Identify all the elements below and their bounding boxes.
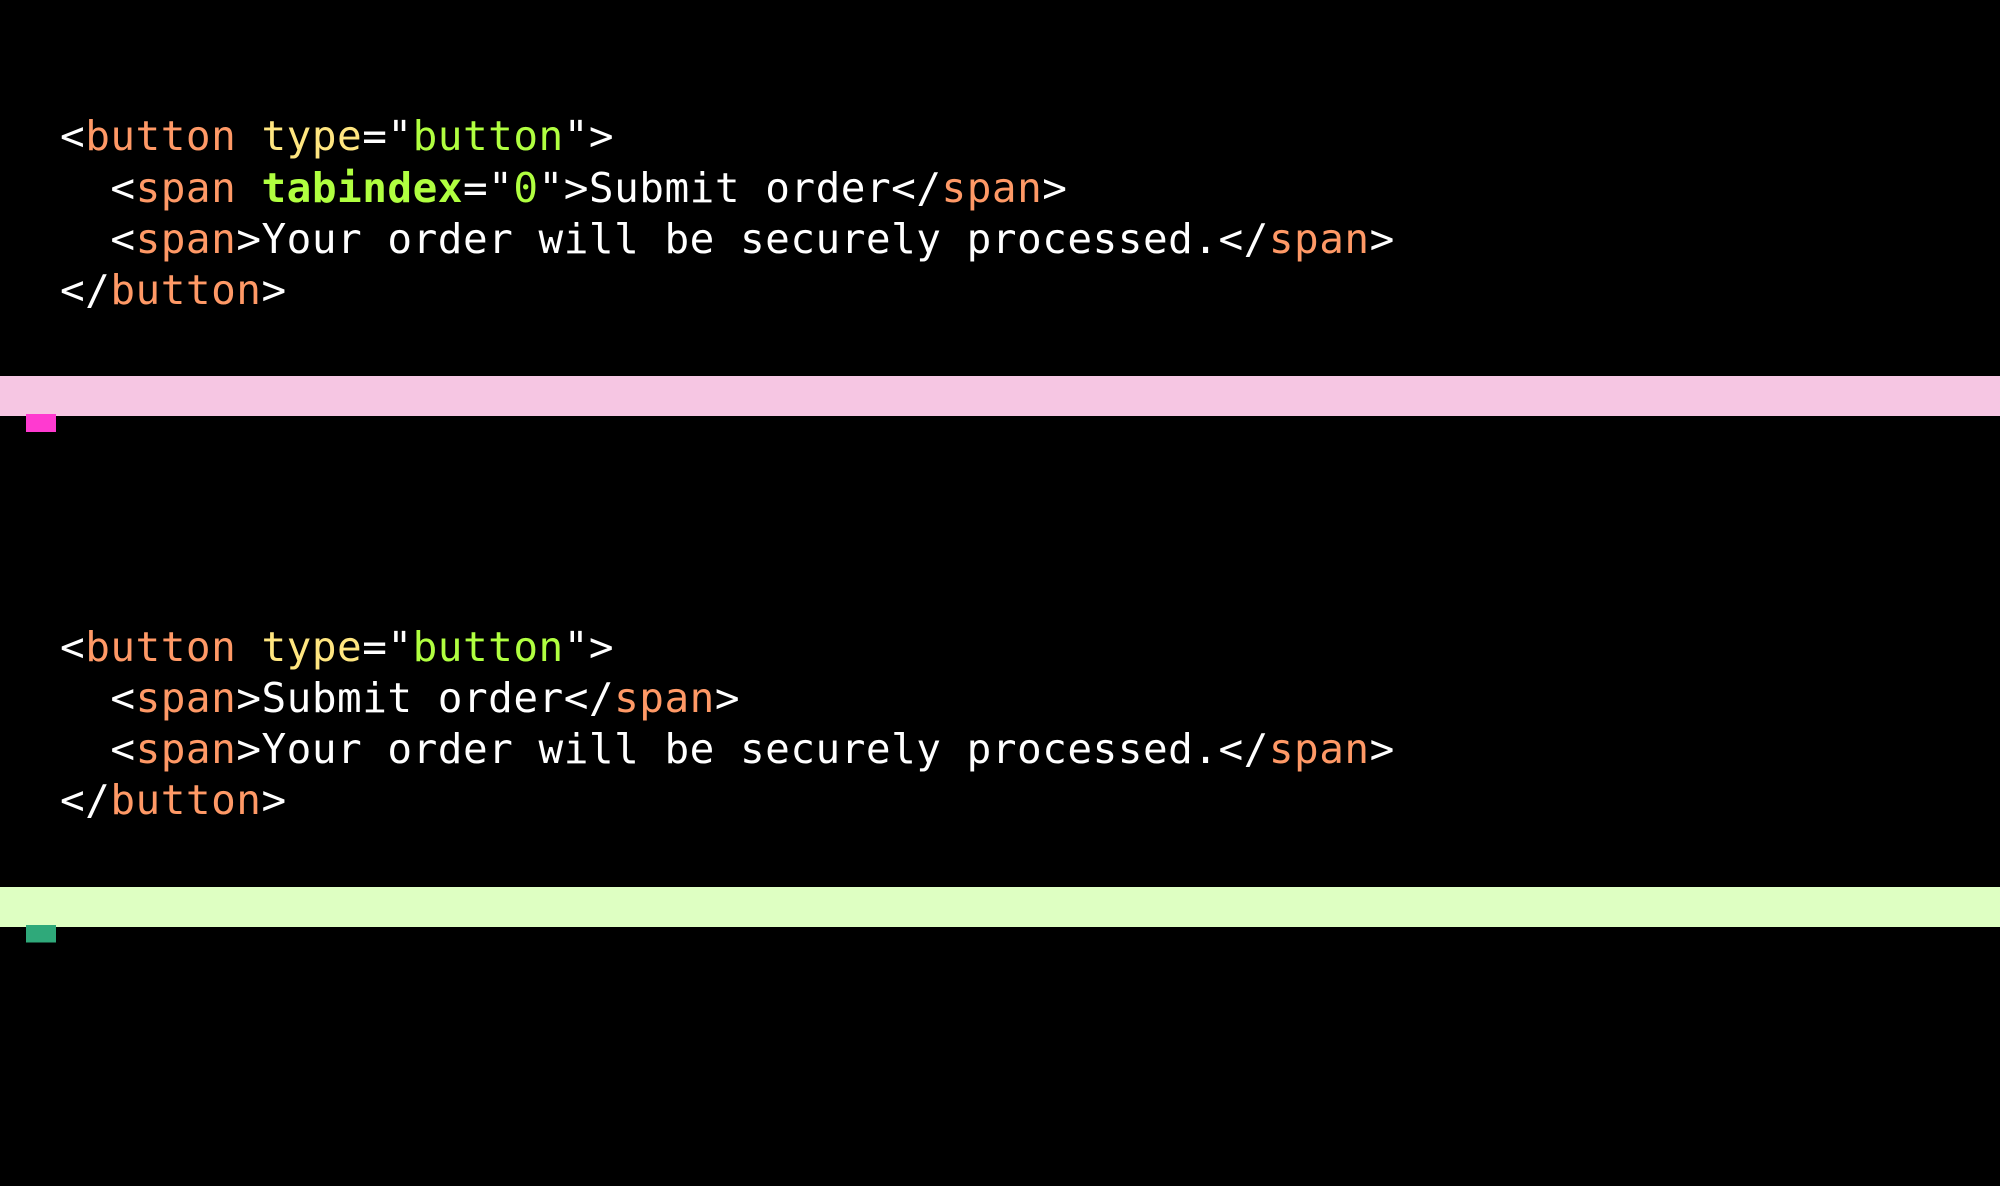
tag-name: span <box>1269 215 1370 263</box>
quote: " <box>539 164 564 212</box>
tag-name: span <box>136 215 237 263</box>
tag-name: span <box>136 674 237 722</box>
end-open: </ <box>1219 725 1269 773</box>
angle-open: < <box>110 164 135 212</box>
text-content: Your order will be securely processed. <box>262 215 1219 263</box>
quote: " <box>564 112 589 160</box>
angle-open: < <box>110 215 135 263</box>
angle-open: < <box>110 725 135 773</box>
text-content: Submit order <box>262 674 564 722</box>
attr-name: type <box>261 112 362 160</box>
angle-close: > <box>589 623 614 671</box>
spacer <box>0 456 2000 510</box>
angle-close: > <box>715 674 740 722</box>
end-open: </ <box>60 266 110 314</box>
dont-stripe <box>0 376 2000 416</box>
indent <box>60 725 110 773</box>
attr-value: button <box>413 112 564 160</box>
do-flag-icon <box>26 925 56 943</box>
tag-name: span <box>1269 725 1370 773</box>
angle-close: > <box>236 725 261 773</box>
equals: = <box>362 623 387 671</box>
space <box>236 623 261 671</box>
angle-open: < <box>60 623 85 671</box>
end-open: </ <box>60 776 110 824</box>
indent <box>60 215 110 263</box>
attr-name-tabindex: tabindex <box>262 164 463 212</box>
angle-close: > <box>1370 725 1395 773</box>
attr-value: 0 <box>513 164 538 212</box>
attr-name: type <box>261 623 362 671</box>
angle-close: > <box>236 215 261 263</box>
angle-close: > <box>236 674 261 722</box>
end-open: </ <box>564 674 614 722</box>
equals: = <box>362 112 387 160</box>
tag-name: button <box>85 112 236 160</box>
angle-close: > <box>261 776 286 824</box>
end-open: </ <box>1219 215 1269 263</box>
space <box>236 112 261 160</box>
tag-name: span <box>136 725 237 773</box>
do-stripe <box>0 887 2000 927</box>
attr-value: button <box>413 623 564 671</box>
quote: " <box>564 623 589 671</box>
angle-close: > <box>1370 215 1395 263</box>
text-content: Your order will be securely processed. <box>262 725 1219 773</box>
quote: " <box>387 112 412 160</box>
do-code-block: <button type="button"> <span>Submit orde… <box>0 510 2000 886</box>
tag-name: button <box>110 776 261 824</box>
dont-flag-icon <box>26 414 56 432</box>
angle-open: < <box>110 674 135 722</box>
dont-flag-row <box>0 416 2000 456</box>
angle-close: > <box>564 164 589 212</box>
tag-name: button <box>110 266 261 314</box>
indent <box>60 164 110 212</box>
angle-close: > <box>589 112 614 160</box>
angle-close: > <box>261 266 286 314</box>
end-open: </ <box>891 164 941 212</box>
tag-name: span <box>942 164 1043 212</box>
equals: = <box>463 164 488 212</box>
tag-name: span <box>614 674 715 722</box>
quote: " <box>488 164 513 212</box>
space <box>236 164 261 212</box>
indent <box>60 674 110 722</box>
dont-code-block: <button type="button"> <span tabindex="0… <box>0 0 2000 376</box>
quote: " <box>387 623 412 671</box>
text-content: Submit order <box>589 164 891 212</box>
do-flag-row <box>0 927 2000 967</box>
angle-open: < <box>60 112 85 160</box>
tag-name: button <box>85 623 236 671</box>
tag-name: span <box>136 164 237 212</box>
angle-close: > <box>1042 164 1067 212</box>
